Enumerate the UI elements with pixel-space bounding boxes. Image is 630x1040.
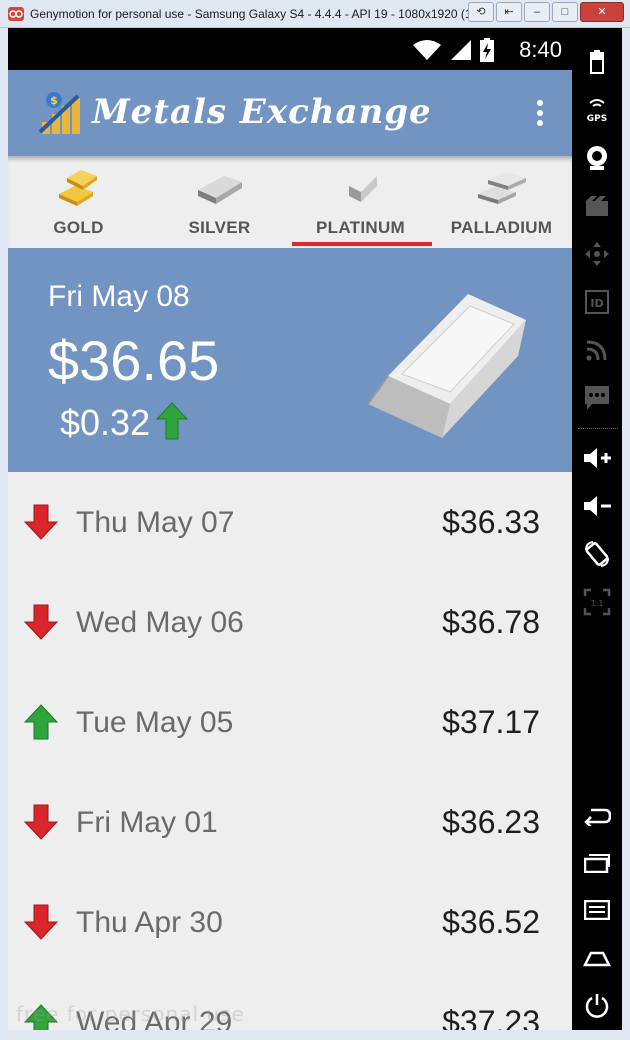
home-icon[interactable] [572, 938, 622, 978]
back-icon[interactable] [572, 796, 622, 836]
window-frame-left [0, 28, 8, 1040]
genymotion-app-icon [8, 7, 24, 21]
history-date: Wed May 06 [76, 606, 244, 639]
window-back-button[interactable]: ⇤ [496, 2, 522, 22]
price-history-list: Thu May 07 $36.33 Wed May 06 $36.78 Tue … [8, 472, 572, 1030]
power-icon[interactable] [572, 986, 622, 1026]
gold-bars-icon [59, 170, 97, 206]
current-price-card: Fri May 08 $36.65 $0.32 [8, 248, 572, 472]
volume-down-icon[interactable] [572, 486, 622, 526]
tab-label-platinum: PLATINUM [316, 218, 405, 237]
down-arrow-icon [24, 504, 58, 540]
history-row[interactable]: Wed May 06 $36.78 [8, 572, 572, 672]
svg-text:GPS: GPS [587, 114, 607, 123]
history-price: $36.52 [442, 904, 540, 940]
up-arrow-icon [156, 402, 188, 440]
battery-charging-icon [480, 38, 494, 62]
up-arrow-icon [24, 704, 58, 740]
window-frame-bottom [0, 1030, 630, 1040]
window-close-button[interactable]: ✕ [580, 2, 624, 22]
android-status-bar: 8:40 [8, 28, 572, 70]
tab-silver[interactable]: SILVER [149, 156, 290, 248]
emulator-side-toolbar: GPS ID 1:1 [572, 28, 630, 1030]
menu-icon[interactable] [572, 890, 622, 930]
window-frame-right [622, 28, 630, 1030]
wifi-icon [413, 40, 441, 60]
svg-text:$: $ [50, 94, 58, 107]
gps-icon[interactable]: GPS [572, 90, 622, 130]
current-price: $36.65 [48, 329, 220, 392]
history-price: $36.33 [442, 504, 540, 540]
down-arrow-icon [24, 604, 58, 640]
history-date: Tue May 05 [76, 706, 234, 739]
overflow-menu-icon[interactable] [536, 100, 544, 128]
app-logo: $ [38, 92, 80, 134]
platinum-bar-icon [349, 172, 377, 202]
id-icon[interactable]: ID [572, 282, 622, 322]
history-price: $37.23 [442, 1004, 540, 1030]
palladium-bars-icon [478, 172, 526, 204]
window-minimize-button[interactable]: – [524, 2, 550, 22]
window-maximize-button[interactable]: □ [552, 2, 578, 22]
metal-tabs: GOLD SILVER PLATINUM PALLADIUM [8, 156, 572, 248]
down-arrow-icon [24, 804, 58, 840]
history-row[interactable]: Tue May 05 $37.17 [8, 672, 572, 772]
window-restore-button[interactable]: ⟲ [468, 2, 494, 22]
rotate-icon[interactable] [572, 534, 622, 574]
app-bar: $ Metals Exchange [8, 70, 572, 156]
recent-apps-icon[interactable] [572, 842, 622, 882]
tab-gold[interactable]: GOLD [8, 156, 149, 248]
cast-icon[interactable] [572, 330, 622, 370]
history-price: $36.23 [442, 804, 540, 840]
down-arrow-icon [24, 904, 58, 940]
dpad-icon[interactable] [572, 234, 622, 274]
history-row[interactable]: Thu Apr 30 $36.52 [8, 872, 572, 972]
battery-icon[interactable] [572, 42, 622, 82]
platinum-bar-image [367, 294, 526, 438]
tab-label-gold: GOLD [53, 218, 104, 237]
history-date: Thu Apr 30 [76, 906, 223, 939]
tab-label-silver: SILVER [188, 218, 251, 237]
tab-platinum[interactable]: PLATINUM [290, 156, 432, 248]
history-date: Fri May 01 [76, 806, 218, 839]
volume-up-icon[interactable] [572, 438, 622, 478]
history-date: Thu May 07 [76, 506, 235, 539]
history-row[interactable]: Fri May 01 $36.23 [8, 772, 572, 872]
sms-icon[interactable] [572, 378, 622, 418]
screencast-icon[interactable] [572, 186, 622, 226]
silver-bar-icon [198, 176, 242, 204]
history-price: $37.17 [442, 704, 540, 740]
current-date: Fri May 08 [48, 280, 190, 313]
history-row[interactable]: Thu May 07 $36.33 [8, 472, 572, 572]
price-change: $0.32 [60, 402, 151, 443]
selected-tab-indicator [292, 242, 432, 246]
svg-text:1:1: 1:1 [591, 599, 604, 608]
watermark: free for personal use [16, 1002, 245, 1026]
svg-text:ID: ID [590, 297, 603, 310]
signal-icon [451, 40, 471, 60]
webcam-icon[interactable] [572, 138, 622, 178]
window-title: Genymotion for personal use - Samsung Ga… [30, 7, 470, 21]
pixel-perfect-icon[interactable]: 1:1 [572, 582, 622, 622]
window-titlebar: Genymotion for personal use - Samsung Ga… [0, 0, 630, 28]
tab-label-palladium: PALLADIUM [450, 218, 553, 237]
app-title: Metals Exchange [92, 92, 432, 132]
tab-palladium[interactable]: PALLADIUM [431, 156, 572, 248]
history-price: $36.78 [442, 604, 540, 640]
status-clock: 8:40 [519, 37, 562, 62]
